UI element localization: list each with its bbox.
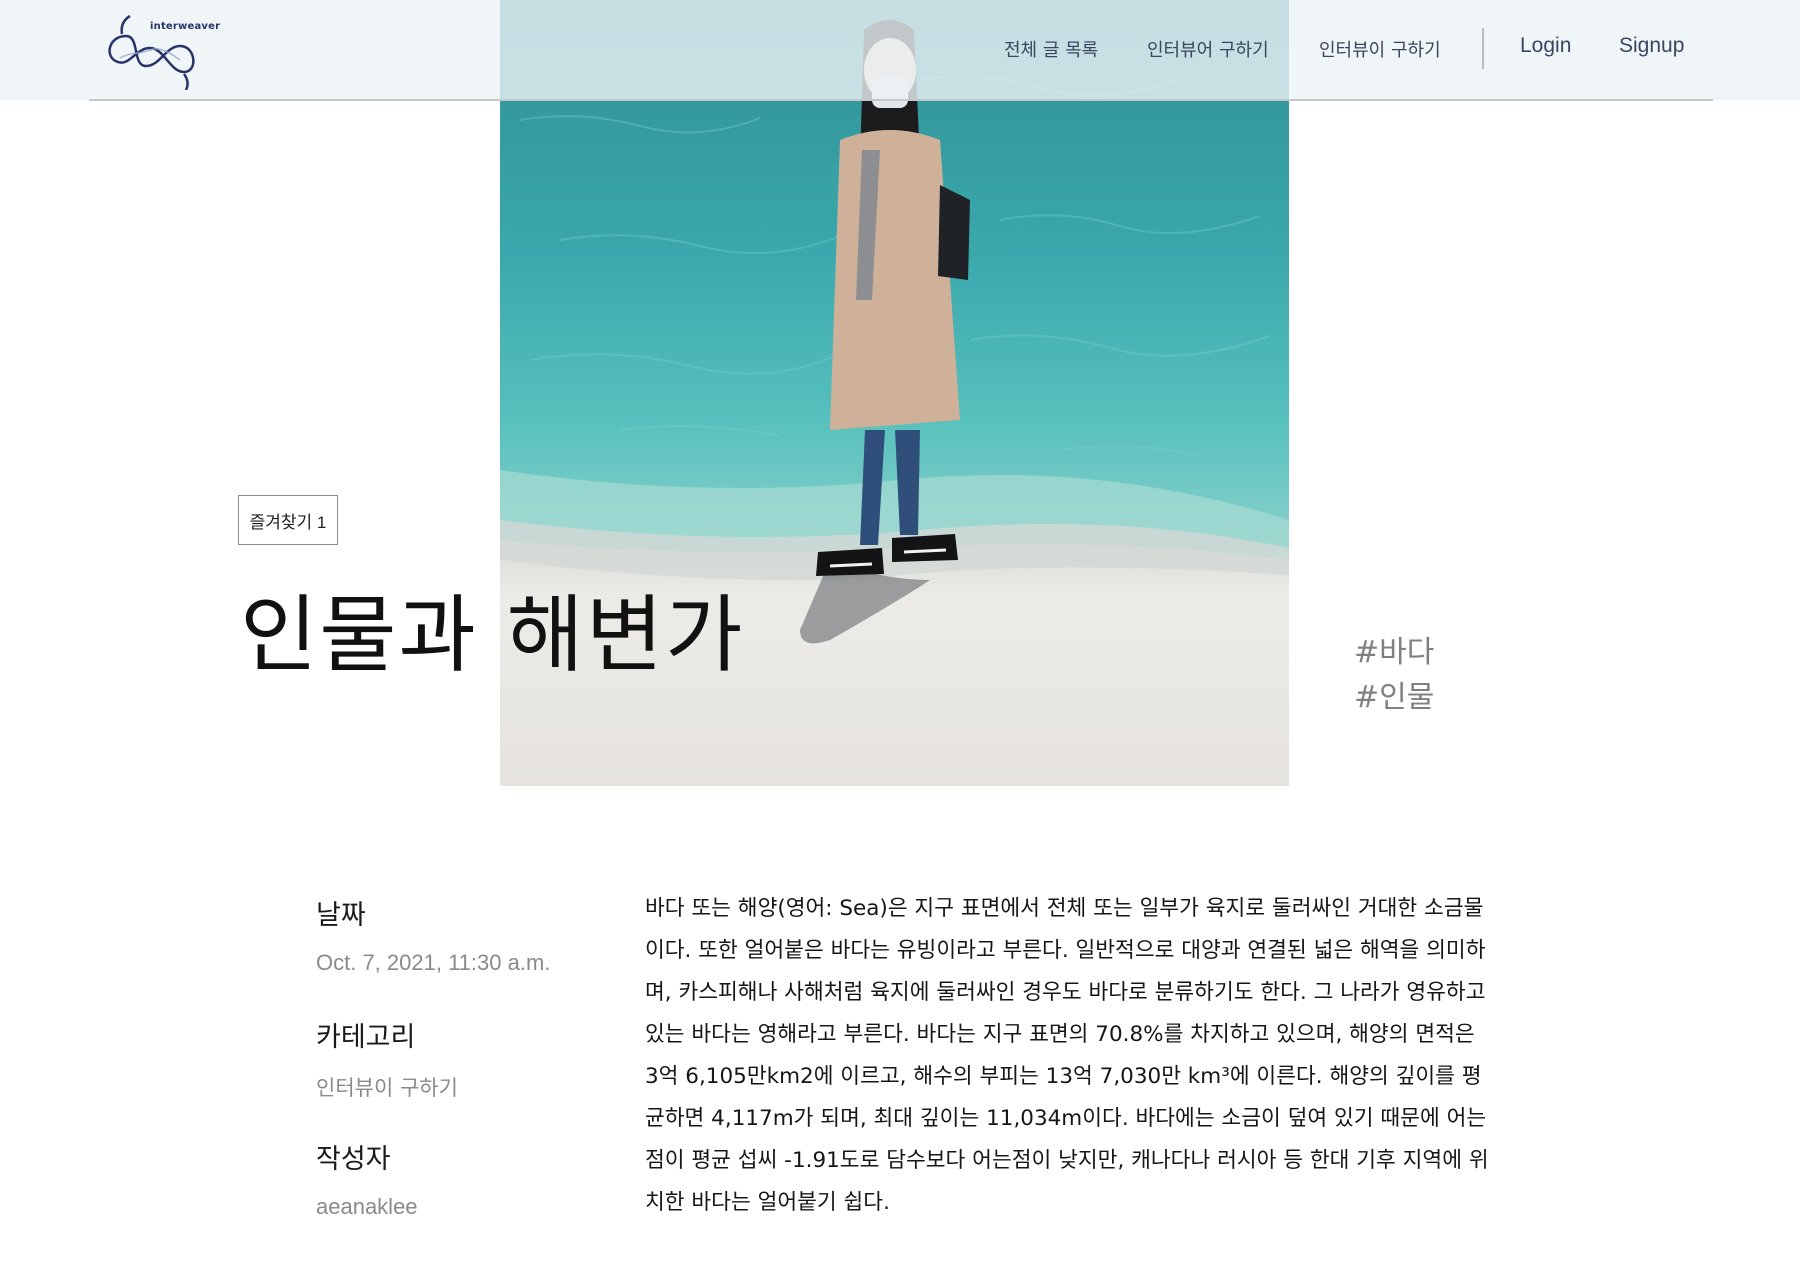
nav-find-interviewer[interactable]: 인터뷰어 구하기 — [1147, 36, 1269, 62]
nav-all-posts[interactable]: 전체 글 목록 — [1004, 36, 1098, 62]
category-value: 인터뷰이 구하기 — [316, 1076, 458, 1100]
author-value: aeanaklee — [316, 1194, 418, 1219]
date-label: 날짜 — [316, 900, 366, 931]
login-link[interactable]: Login — [1520, 34, 1571, 58]
tag-person[interactable]: #인물 — [1354, 675, 1434, 720]
nav-divider — [1482, 28, 1484, 69]
header-divider — [89, 99, 1713, 101]
meta-category: 카테고리 인터뷰이 구하기 — [316, 1015, 458, 1102]
category-label: 카테고리 — [316, 1022, 416, 1053]
post-content: 바다 또는 해양(영어: Sea)은 지구 표면에서 전체 또는 일부가 육지로… — [645, 896, 1489, 1215]
meta-author: 작성자 aeanaklee — [316, 1137, 418, 1220]
signup-link[interactable]: Signup — [1619, 34, 1684, 58]
bookmark-button[interactable]: 즐겨찾기 1 — [238, 495, 338, 545]
nav-find-interviewee[interactable]: 인터뷰이 구하기 — [1319, 36, 1441, 62]
date-value: Oct. 7, 2021, 11:30 a.m. — [316, 950, 551, 975]
logo-wordmark: interweaver — [150, 21, 221, 32]
top-nav-bar: interweaver 전체 글 목록 인터뷰어 구하기 인터뷰이 구하기 Lo… — [0, 0, 1800, 100]
author-label: 작성자 — [316, 1144, 391, 1175]
tag-list: #바다 #인물 — [1354, 630, 1434, 720]
post-title: 인물과 해변가 — [240, 586, 745, 684]
tag-sea[interactable]: #바다 — [1354, 630, 1434, 675]
meta-date: 날짜 Oct. 7, 2021, 11:30 a.m. — [316, 893, 550, 976]
